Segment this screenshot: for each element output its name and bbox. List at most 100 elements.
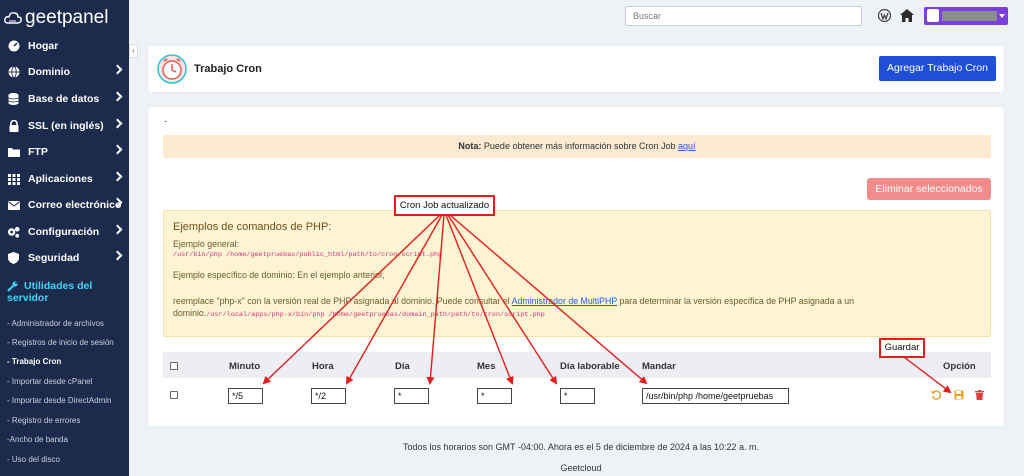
- chevron-right-icon: [112, 64, 123, 75]
- sidebar-item-label: Dominio: [28, 66, 70, 78]
- month-input[interactable]: *: [477, 388, 512, 404]
- cron-table-header: Minuto Hora Día Mes Día laborable Mandar…: [163, 352, 991, 378]
- col-command: Mandar: [642, 361, 676, 372]
- domain-example-code: /usr/local/apps/php-x/bin/php /home/geet…: [206, 311, 545, 319]
- alarm-clock-icon: [157, 54, 187, 84]
- sidebar-sub-import-directadmin[interactable]: - Importar desde DirectAdmin: [7, 396, 111, 405]
- col-option: Opción: [943, 361, 976, 372]
- sidebar-item-utilidades[interactable]: Utilidades del servidor: [0, 274, 129, 310]
- company-footer: Geetcloud: [560, 463, 602, 473]
- add-cron-job-button[interactable]: Agregar Trabajo Cron: [879, 56, 996, 81]
- database-icon: [7, 93, 20, 106]
- brand-logo[interactable]: geetpanel: [0, 0, 129, 36]
- sidebar-item-configuracion[interactable]: Configuración: [0, 219, 129, 245]
- topbar: Buscar: [138, 0, 1024, 32]
- note-link[interactable]: aquí: [678, 141, 696, 151]
- sidebar-item-ssl[interactable]: SSL (en inglés): [0, 113, 129, 139]
- sidebar-item-correo[interactable]: Correo electrónico: [0, 192, 129, 218]
- brand-name: geetpanel: [25, 7, 109, 28]
- sidebar-item-label: FTP: [28, 146, 48, 158]
- day-input[interactable]: *: [394, 388, 429, 404]
- domain-example: dominio./usr/local/apps/php-x/bin/php /h…: [173, 308, 545, 319]
- sidebar: geetpanel Hogar Dominio Base de datos SS…: [0, 0, 129, 476]
- sidebar-item-base-de-datos[interactable]: Base de datos: [0, 86, 129, 112]
- wrench-icon: [7, 280, 18, 292]
- lock-icon: [7, 120, 20, 133]
- user-name-redacted: [942, 11, 997, 21]
- chevron-right-icon: [112, 144, 123, 155]
- shield-icon: [7, 252, 20, 265]
- replace-text: reemplace "php-x" con la versión real de…: [173, 296, 854, 306]
- sidebar-sub-login-logs[interactable]: - Registros de inicio de sesión: [7, 338, 114, 347]
- folder-icon: [7, 146, 20, 159]
- grid-icon: [7, 173, 20, 186]
- annotation-updated: Cron Job actualizado: [394, 195, 495, 216]
- sidebar-collapse-button[interactable]: ‹: [129, 44, 138, 58]
- trash-icon[interactable]: [975, 390, 984, 403]
- sidebar-item-label: Aplicaciones: [28, 173, 93, 185]
- globe-icon: [7, 66, 20, 79]
- general-example-label: Ejemplo general:: [173, 239, 240, 249]
- sidebar-item-aplicaciones[interactable]: Aplicaciones: [0, 166, 129, 192]
- sidebar-item-label: Base de datos: [28, 93, 100, 105]
- sidebar-item-label: SSL (en inglés): [28, 120, 104, 132]
- replace-text-1: reemplace "php-x" con la versión real de…: [173, 296, 512, 306]
- page-header-card: Trabajo Cron Agregar Trabajo Cron: [148, 46, 1004, 92]
- gears-icon: [7, 226, 20, 239]
- multiphp-link[interactable]: Administrador de MultiPHP: [512, 296, 617, 306]
- wordpress-icon[interactable]: [878, 9, 891, 22]
- chevron-right-icon: [112, 250, 123, 261]
- chevron-right-icon: [112, 171, 123, 182]
- examples-title: Ejemplos de comandos de PHP:: [173, 221, 332, 233]
- specific-example-label: Ejemplo específico de dominio: En el eje…: [173, 270, 385, 280]
- sidebar-item-label: Hogar: [28, 40, 59, 52]
- note-text: Puede obtener más información sobre Cron…: [481, 141, 679, 151]
- col-weekday: Día laborable: [560, 361, 620, 372]
- col-month: Mes: [477, 361, 496, 372]
- sidebar-item-hogar[interactable]: Hogar: [0, 33, 129, 59]
- chevron-right-icon: [112, 118, 123, 129]
- note-bold: Nota:: [458, 141, 482, 151]
- sidebar-item-dominio[interactable]: Dominio: [0, 59, 129, 85]
- sidebar-sub-cron-job[interactable]: - Trabajo Cron: [7, 357, 61, 366]
- note-banner: Nota: Puede obtener más información sobr…: [163, 135, 991, 158]
- chevron-right-icon: [112, 91, 123, 102]
- sidebar-item-seguridad[interactable]: Seguridad: [0, 245, 129, 271]
- minute-input[interactable]: */5: [228, 388, 263, 404]
- table-row: */5 */2 * * * /usr/bin/php /home/geetpru…: [163, 378, 991, 412]
- command-input[interactable]: /usr/bin/php /home/geetpruebas: [642, 388, 789, 404]
- php-examples-box: Ejemplos de comandos de PHP: Ejemplo gen…: [163, 210, 991, 337]
- caret-down-icon: [999, 14, 1005, 18]
- sidebar-item-label: Configuración: [28, 226, 100, 238]
- domain-label: dominio.: [173, 308, 207, 318]
- home-icon[interactable]: [900, 9, 914, 22]
- sidebar-item-label: Correo electrónico: [28, 199, 122, 211]
- save-icon[interactable]: [954, 390, 964, 403]
- user-avatar-icon: [927, 9, 939, 22]
- chevron-right-icon: [112, 224, 123, 235]
- sidebar-sub-error-log[interactable]: - Registro de errores: [7, 416, 80, 425]
- undo-icon[interactable]: [930, 390, 942, 403]
- gauge-icon: [7, 40, 20, 53]
- weekday-input[interactable]: *: [560, 388, 595, 404]
- col-minute: Minuto: [229, 361, 261, 372]
- sidebar-item-ftp[interactable]: FTP: [0, 139, 129, 165]
- select-all-checkbox[interactable]: [170, 362, 178, 370]
- sidebar-util-label-2: servidor: [7, 292, 49, 304]
- replace-text-2: para determinar la versión específica de…: [617, 296, 855, 306]
- row-checkbox[interactable]: [170, 391, 178, 399]
- cron-main-card: - Nota: Puede obtener más información so…: [148, 107, 1004, 426]
- col-day: Día: [395, 361, 410, 372]
- search-input[interactable]: Buscar: [625, 6, 862, 26]
- delete-selected-button[interactable]: Eliminar seleccionados: [867, 178, 991, 200]
- envelope-icon: [7, 199, 20, 212]
- sidebar-util-label: Utilidades del: [24, 280, 93, 292]
- col-hour: Hora: [312, 361, 334, 372]
- placeholder-dash: -: [164, 116, 167, 126]
- timezone-footer: Todos los horarios son GMT -04:00. Ahora…: [402, 442, 760, 452]
- user-menu-button[interactable]: [924, 7, 1008, 25]
- sidebar-sub-file-manager[interactable]: - Administrador de archivos: [7, 319, 104, 328]
- hour-input[interactable]: */2: [311, 388, 346, 404]
- sidebar-sub-import-cpanel[interactable]: - Importar desde cPanel: [7, 377, 92, 386]
- sidebar-item-label: Seguridad: [28, 252, 80, 264]
